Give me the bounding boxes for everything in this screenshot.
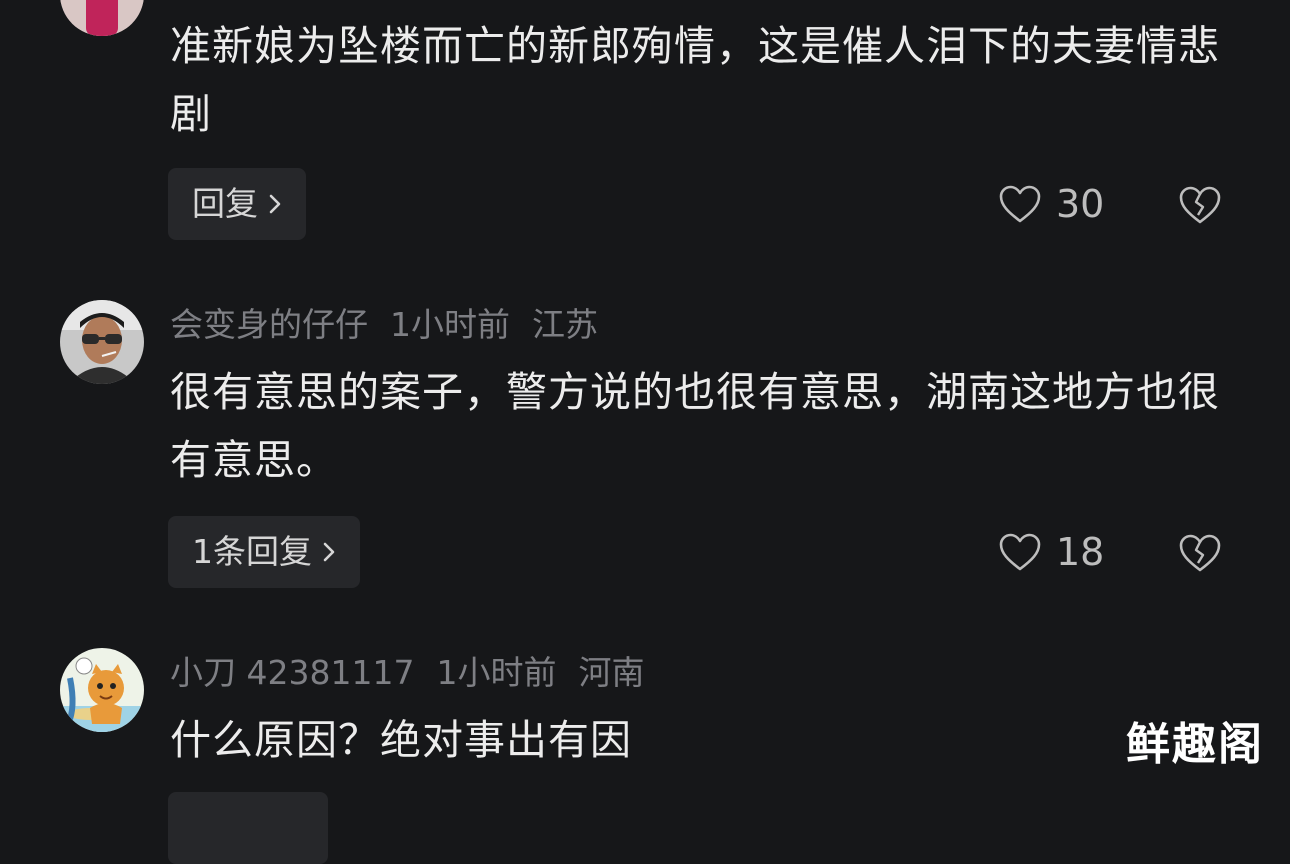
chevron-right-icon xyxy=(323,542,335,562)
comment-text: 什么原因？绝对事出有因 xyxy=(170,716,632,764)
like-count: 18 xyxy=(1056,530,1105,574)
avatar-image xyxy=(60,0,144,36)
location: 河南 xyxy=(578,653,645,692)
avatar-image xyxy=(60,300,144,384)
watermark: 鲜趣阁 xyxy=(1126,719,1264,770)
username[interactable]: 会变身的仔仔 xyxy=(170,305,368,344)
avatar[interactable] xyxy=(60,0,144,36)
reply-label: 1条回复 xyxy=(192,532,312,571)
comment-meta: 小刀 42381117 1小时前 河南 xyxy=(170,653,666,693)
avatar[interactable] xyxy=(60,300,144,384)
chevron-right-icon xyxy=(269,194,281,214)
comment-text: 很有意思的案子，警方说的也很有意思，湖南这地方也很有意思。 xyxy=(170,368,1220,484)
reply-button[interactable] xyxy=(168,792,328,864)
comment-meta: 会变身的仔仔 1小时前 江苏 xyxy=(170,305,620,345)
heart-outline-icon xyxy=(999,533,1041,571)
comment-text: 准新娘为坠楼而亡的新郎殉情，这是催人泪下的夫妻情悲剧 xyxy=(170,22,1220,138)
like-button[interactable]: 30 xyxy=(998,182,1104,226)
broken-heart-icon xyxy=(1179,186,1221,224)
heart-outline-icon xyxy=(999,185,1041,223)
location: 江苏 xyxy=(532,305,598,344)
dislike-button[interactable] xyxy=(1178,185,1222,229)
like-button[interactable]: 18 xyxy=(998,530,1104,574)
timestamp: 1小时前 xyxy=(390,305,510,344)
like-count: 30 xyxy=(1056,182,1105,226)
avatar[interactable] xyxy=(60,648,144,732)
username[interactable]: 小刀 42381117 xyxy=(170,653,414,692)
reply-button[interactable]: 1条回复 xyxy=(168,516,360,588)
timestamp: 1小时前 xyxy=(436,653,557,692)
reply-button[interactable]: 回复 xyxy=(168,168,306,240)
broken-heart-icon xyxy=(1179,534,1221,572)
reply-label: 回复 xyxy=(192,184,258,223)
dislike-button[interactable] xyxy=(1178,533,1222,577)
avatar-image xyxy=(60,648,144,732)
